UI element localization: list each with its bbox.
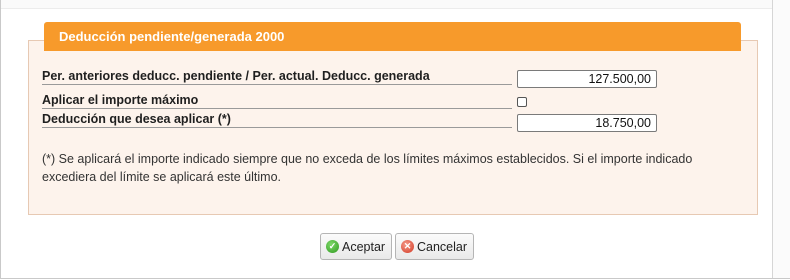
cancel-label: Cancelar (417, 239, 468, 254)
top-strip (1, 0, 772, 9)
deduccion-label: Deducción que desea aplicar (*) (42, 112, 233, 126)
row-deduccion: Deducción que desea aplicar (*) (42, 112, 512, 130)
scrollbar[interactable] (772, 0, 790, 278)
cancel-button[interactable]: ✕ Cancelar (395, 233, 475, 260)
row-aplicar-maximo: Aplicar el importe máximo (42, 93, 512, 111)
anteriores-input[interactable] (517, 70, 657, 88)
aplicar-maximo-label: Aplicar el importe máximo (42, 93, 201, 107)
accept-button[interactable]: ✓ Aceptar (320, 233, 393, 260)
aplicar-maximo-checkbox[interactable] (517, 97, 527, 107)
leader-line (42, 84, 512, 85)
leader-line (42, 127, 512, 128)
anteriores-label: Per. anteriores deducc. pendiente / Per.… (42, 69, 432, 83)
panel-title: Deducción pendiente/generada 2000 (44, 22, 741, 51)
deduccion-input[interactable] (517, 114, 657, 132)
accept-label: Aceptar (342, 239, 386, 254)
footnote: (*) Se aplicará el importe indicado siem… (42, 152, 693, 184)
row-anteriores: Per. anteriores deducc. pendiente / Per.… (42, 69, 512, 87)
check-circle-icon: ✓ (326, 240, 339, 253)
leader-line (42, 108, 512, 109)
x-circle-icon: ✕ (401, 240, 414, 253)
